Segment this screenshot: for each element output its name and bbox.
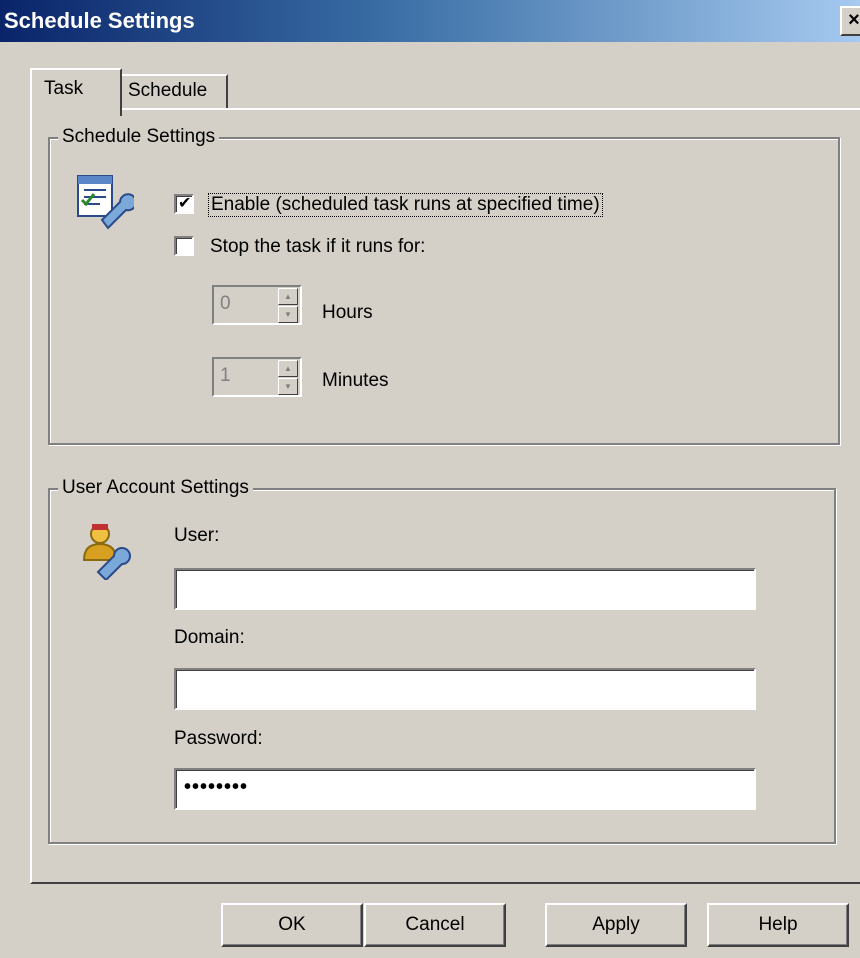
domain-input[interactable]	[174, 668, 756, 710]
window-title: Schedule Settings	[4, 8, 195, 33]
tab-schedule-label: Schedule	[128, 80, 208, 101]
apply-label: Apply	[592, 914, 640, 935]
help-button[interactable]: Help	[707, 903, 849, 947]
spin-up-icon[interactable]: ▲	[278, 288, 298, 305]
enable-label: Enable (scheduled task runs at specified…	[208, 193, 603, 217]
spin-down-icon[interactable]: ▼	[278, 378, 298, 395]
tab-schedule[interactable]: Schedule	[120, 74, 228, 108]
checkmark-icon: ✔	[178, 195, 192, 212]
title-bar: Schedule Settings ×	[0, 0, 860, 42]
user-label: User:	[174, 525, 220, 546]
domain-label: Domain:	[174, 627, 245, 648]
close-icon: ×	[848, 9, 860, 31]
spin-down-icon[interactable]: ▼	[278, 306, 298, 323]
enable-checkbox[interactable]: ✔	[174, 194, 194, 214]
minutes-label: Minutes	[322, 370, 389, 391]
user-input[interactable]	[174, 568, 756, 610]
apply-button[interactable]: Apply	[545, 903, 687, 947]
tab-task[interactable]: Task	[30, 68, 122, 116]
schedule-settings-legend: Schedule Settings	[58, 126, 220, 148]
hours-label: Hours	[322, 302, 373, 323]
minutes-spinbox[interactable]: 1 ▲ ▼	[212, 357, 302, 397]
cancel-button[interactable]: Cancel	[364, 903, 506, 947]
task-settings-icon	[77, 175, 134, 230]
ok-label: OK	[278, 914, 306, 935]
stop-task-checkbox[interactable]	[174, 236, 194, 256]
tab-task-label: Task	[44, 78, 84, 99]
user-account-settings-legend: User Account Settings	[58, 477, 253, 499]
help-label: Help	[758, 914, 798, 935]
close-button[interactable]: ×	[840, 6, 860, 36]
password-input[interactable]: ••••••••	[174, 768, 756, 810]
cancel-label: Cancel	[405, 914, 465, 935]
hours-spinbox[interactable]: 0 ▲ ▼	[212, 285, 302, 325]
minutes-value: 1	[220, 365, 231, 386]
ok-button[interactable]: OK	[221, 903, 363, 947]
spin-up-icon[interactable]: ▲	[278, 360, 298, 377]
hours-value: 0	[220, 293, 231, 314]
schedule-settings-group: Schedule Settings	[48, 126, 840, 445]
user-settings-icon	[82, 524, 131, 580]
stop-task-label: Stop the task if it runs for:	[210, 236, 426, 257]
password-value: ••••••••	[184, 776, 249, 798]
password-label: Password:	[174, 728, 263, 749]
